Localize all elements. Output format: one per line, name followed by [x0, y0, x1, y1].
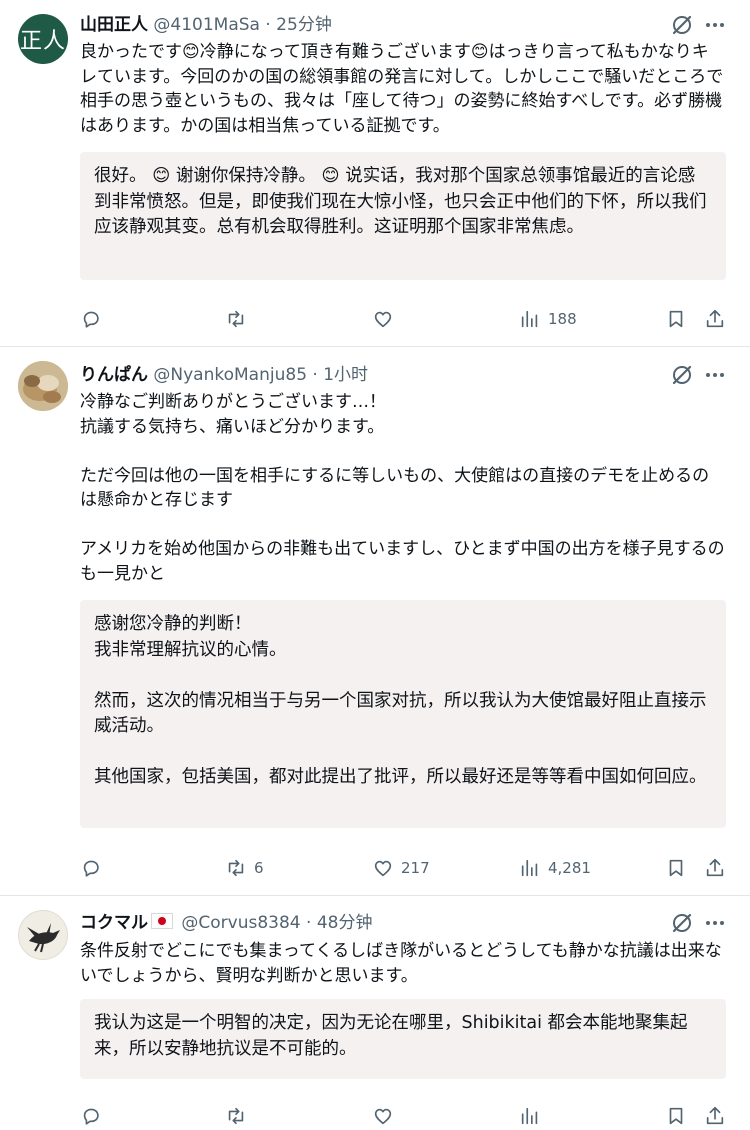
translation-box: 很好。 😊 谢谢你保持冷静。 😊 说实话，我对那个国家总领事馆最近的言论感到非常… [80, 152, 726, 280]
repost-button[interactable]: 6 [225, 854, 264, 882]
reply-post[interactable]: コクマル @Corvus8384 · 48分钟 条件反射でどこにでも集まってくる… [0, 896, 750, 1125]
bookmark-icon [669, 310, 683, 328]
more-icon[interactable] [702, 911, 728, 935]
like-count: 217 [401, 859, 430, 877]
translation-text: 感谢您冷静的判断！ 我非常理解抗议的心情。 然而，这次的情况相当于与另一个国家对… [94, 614, 707, 787]
share-button[interactable] [704, 854, 726, 882]
grok-icon[interactable] [670, 13, 694, 37]
bookmark-icon [669, 1107, 683, 1125]
author-handle[interactable]: @4101MaSa [153, 15, 260, 35]
reply-icon [83, 1108, 99, 1125]
views-count: 4,281 [548, 859, 591, 877]
grok-icon[interactable] [670, 363, 694, 387]
views-icon [521, 310, 538, 328]
avatar[interactable] [18, 361, 68, 411]
author-handle[interactable]: @NyankoManju85 [153, 365, 307, 385]
bookmark-button[interactable] [665, 305, 687, 333]
japan-flag-icon [151, 913, 173, 929]
bookmark-button[interactable] [665, 854, 687, 882]
translation-box: 感谢您冷静的判断！ 我非常理解抗议的心情。 然而，这次的情况相当于与另一个国家对… [80, 600, 726, 828]
author-name[interactable]: 山田正人 [80, 15, 148, 35]
author-name[interactable]: りんぱん [80, 365, 148, 385]
share-button[interactable] [704, 305, 726, 333]
translation-text: 很好。 😊 谢谢你保持冷静。 😊 说实话，我对那个国家总领事馆最近的言论感到非常… [94, 166, 707, 237]
action-bar [0, 1102, 750, 1130]
post-header: 山田正人 @4101MaSa · 25分钟 [80, 12, 332, 38]
avatar-text: 正人 [19, 29, 66, 54]
post-header: りんぱん @NyankoManju85 · 1小时 [80, 362, 368, 388]
share-icon [706, 1106, 724, 1125]
post-text: 良かったです😊冷静になって頂き有難うございます😊はっきり言って私もかなりキレてい… [80, 42, 724, 136]
views-icon [521, 1107, 538, 1125]
more-icon[interactable] [702, 363, 728, 387]
like-icon [374, 311, 392, 328]
avatar[interactable] [18, 910, 68, 960]
reply-button[interactable] [80, 305, 109, 333]
repost-icon [228, 310, 244, 328]
author-handle[interactable]: @Corvus8384 [181, 913, 300, 933]
share-icon [706, 858, 724, 877]
repost-button[interactable] [225, 305, 254, 333]
bookmark-button[interactable] [665, 1102, 687, 1130]
reply-icon [83, 860, 99, 877]
views-button[interactable]: 4,281 [519, 854, 591, 882]
more-icon[interactable] [702, 13, 728, 37]
like-button[interactable]: 217 [372, 854, 430, 882]
reply-icon [83, 311, 99, 328]
crow-emblem [27, 923, 60, 953]
repost-icon [228, 859, 244, 877]
post-text: 冷静なご判断ありがとうございます…！ 抗議する気持ち、痛いほど分かります。 ただ… [80, 392, 725, 584]
author-name[interactable]: コクマル [80, 913, 148, 933]
post-time[interactable]: · 48分钟 [306, 913, 372, 933]
avatar[interactable]: 正人 [18, 14, 68, 64]
views-button[interactable]: 188 [519, 305, 577, 333]
views-count: 188 [548, 310, 577, 328]
views-button[interactable] [519, 1102, 541, 1130]
repost-icon [228, 1107, 244, 1125]
post-text: 条件反射でどこにでも集まってくるしばき隊がいるとどうしても静かな抗議は出来ないで… [80, 941, 722, 986]
reply-feed: 正人 山田正人 @4101MaSa · 25分钟 良かったです😊冷静になって頂き… [0, 0, 750, 1125]
like-button[interactable] [372, 1102, 394, 1130]
views-icon [521, 859, 538, 877]
post-time[interactable]: · 25分钟 [265, 15, 331, 35]
like-button[interactable] [372, 305, 401, 333]
grok-icon[interactable] [670, 911, 694, 935]
reply-button[interactable] [80, 854, 109, 882]
post-time[interactable]: · 1小时 [312, 365, 368, 385]
translation-box: 我认为这是一个明智的决定，因为无论在哪里，Shibikitai 都会本能地聚集起… [80, 999, 726, 1079]
share-icon [706, 309, 724, 328]
repost-button[interactable] [225, 1102, 247, 1130]
repost-count: 6 [254, 859, 264, 877]
reply-post[interactable]: 正人 山田正人 @4101MaSa · 25分钟 良かったです😊冷静になって頂き… [0, 0, 750, 345]
action-bar: 188 [0, 305, 750, 333]
reply-post[interactable]: りんぱん @NyankoManju85 · 1小时 冷静なご判断ありがとうござい… [0, 347, 750, 894]
bookmark-icon [669, 859, 683, 877]
avatar-photo [18, 361, 68, 411]
post-header: コクマル @Corvus8384 · 48分钟 [80, 910, 372, 936]
like-icon [374, 1108, 392, 1125]
reply-button[interactable] [80, 1102, 102, 1130]
action-bar: 6 217 4,281 [0, 854, 750, 882]
share-button[interactable] [704, 1102, 726, 1130]
like-icon [374, 860, 392, 877]
translation-text: 我认为这是一个明智的决定，因为无论在哪里，Shibikitai 都会本能地聚集起… [94, 1013, 688, 1059]
